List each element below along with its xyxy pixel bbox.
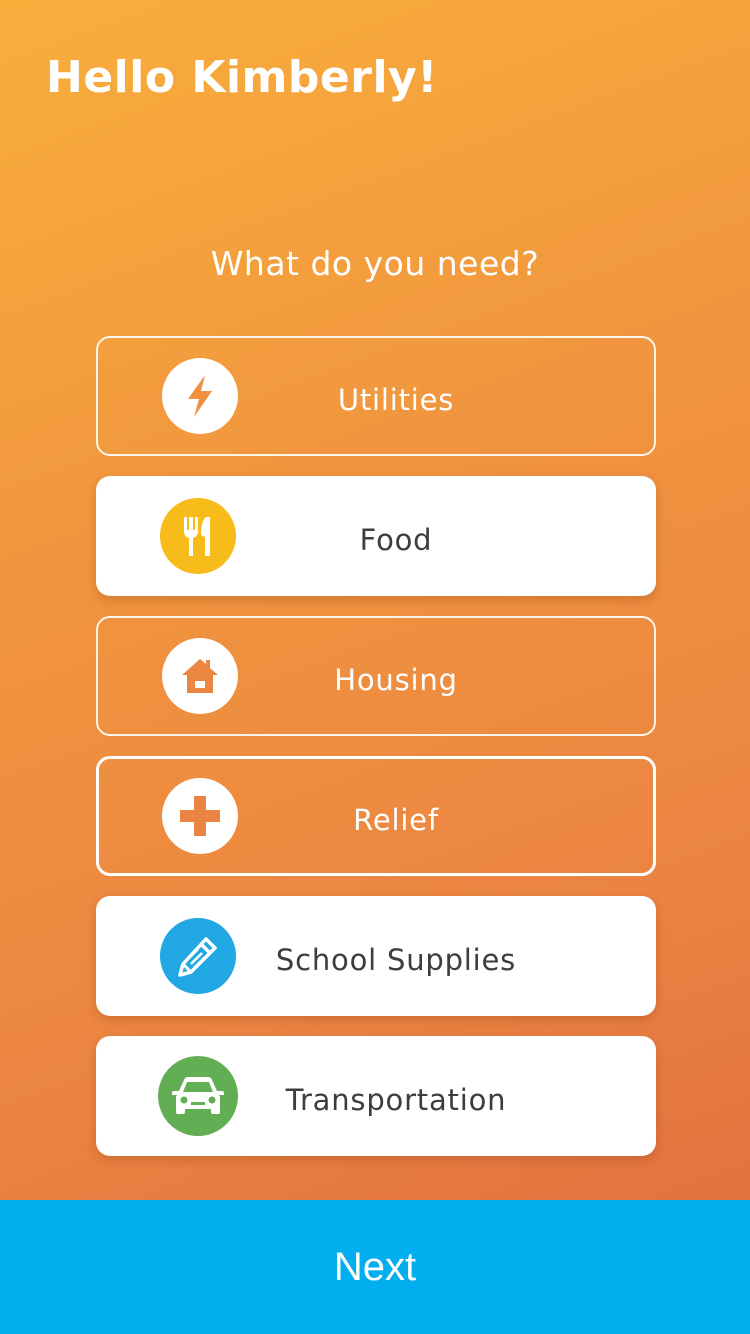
option-utilities[interactable]: Utilities bbox=[96, 336, 656, 456]
option-relief[interactable]: Relief bbox=[96, 756, 656, 876]
option-school-supplies[interactable]: School Supplies bbox=[96, 896, 656, 1016]
option-label: Housing bbox=[334, 663, 458, 697]
option-label: Food bbox=[359, 523, 433, 557]
greeting-title: Hello Kimberly! bbox=[46, 52, 438, 103]
option-label: Utilities bbox=[337, 383, 455, 417]
option-label: Relief bbox=[353, 803, 439, 837]
option-food[interactable]: Food bbox=[96, 476, 656, 596]
option-label: Transportation bbox=[285, 1083, 507, 1117]
screen-background: Hello Kimberly! What do you need? Utilit… bbox=[0, 0, 750, 1334]
needs-options-list: Utilities Food Housing Relief School Sup… bbox=[96, 336, 656, 1176]
option-label: School Supplies bbox=[275, 943, 517, 977]
option-housing[interactable]: Housing bbox=[96, 616, 656, 736]
next-button[interactable]: Next bbox=[0, 1200, 750, 1334]
option-transportation[interactable]: Transportation bbox=[96, 1036, 656, 1156]
question-heading: What do you need? bbox=[210, 244, 540, 283]
next-button-label: Next bbox=[333, 1244, 417, 1289]
